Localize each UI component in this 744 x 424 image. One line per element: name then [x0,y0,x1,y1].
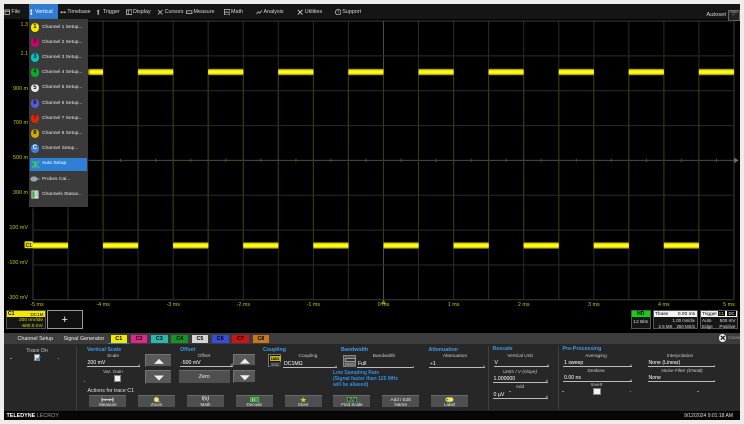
svg-text:C1: C1 [25,243,32,249]
